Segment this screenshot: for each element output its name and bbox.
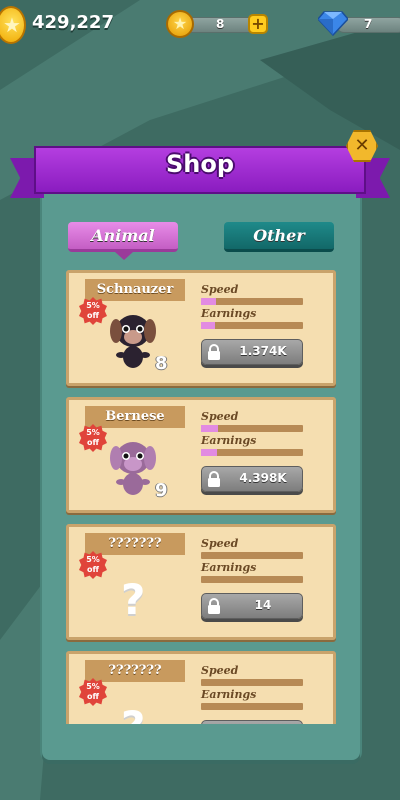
tab-other[interactable]: Other [224,222,334,252]
lock-icon [208,471,220,487]
tab-selected-indicator [115,252,133,260]
gem-icon [318,11,348,36]
unknown-item-icon: ? [121,702,145,724]
discount-badge: 5% off [79,678,107,706]
speed-bar [201,298,303,305]
speed-label: Speed [201,664,239,677]
unknown-item-icon: ? [121,575,146,624]
tab-animal[interactable]: Animal [68,222,178,252]
earnings-bar [201,703,303,710]
lock-icon [208,344,220,360]
top-hud: ★ 429,227 ★ 8 + 7 [0,0,400,52]
buy-button[interactable] [201,720,303,724]
item-list[interactable]: Schnauzer 5% off 8 Speed Earnings 1.374K… [66,266,336,724]
item-level: 8 [155,353,168,374]
earnings-label: Earnings [201,561,257,574]
star-icon: ★ [166,10,194,38]
speed-bar [201,552,303,559]
shop-title: Shop [165,150,235,178]
discount-badge: 5% off [79,424,107,452]
price-label: 4.398K [239,471,287,485]
shop-item-card[interactable]: Schnauzer 5% off 8 Speed Earnings 1.374K [66,270,336,386]
coin-icon: ★ [0,6,26,44]
item-level: 9 [155,480,168,501]
earnings-bar [201,449,303,456]
buy-button[interactable]: 1.374K [201,339,303,365]
item-name: Bernese [85,406,185,428]
buy-button[interactable]: 14 [201,593,303,619]
item-name: Schnauzer [85,279,185,301]
speed-bar [201,679,303,686]
bernese-pet-icon [110,442,156,495]
speed-label: Speed [201,283,239,296]
earnings-bar [201,576,303,583]
close-icon: ✕ [354,135,370,156]
star-count: 8 [216,17,225,31]
speed-bar [201,425,303,432]
shop-item-card[interactable]: ??????? 5% off ? Speed Earnings 14 [66,524,336,640]
coin-count: 429,227 [32,12,114,33]
item-name: ??????? [85,660,185,682]
schnauzer-pet-icon [110,315,156,368]
earnings-label: Earnings [201,434,257,447]
gem-count: 7 [364,17,373,31]
earnings-label: Earnings [201,688,257,701]
item-name: ??????? [85,533,185,555]
buy-button[interactable]: 4.398K [201,466,303,492]
price-label: 1.374K [239,344,287,358]
plus-icon: + [251,14,265,33]
discount-badge: 5% off [79,551,107,579]
discount-badge: 5% off [79,297,107,325]
speed-label: Speed [201,410,239,423]
shop-item-card[interactable]: ??????? 5% off ? Speed Earnings [66,651,336,724]
speed-label: Speed [201,537,239,550]
earnings-label: Earnings [201,307,257,320]
price-label: 14 [254,598,272,612]
lock-icon [208,598,220,614]
earnings-bar [201,322,303,329]
shop-item-card[interactable]: Bernese 5% off 9 Speed Earnings 4.398K [66,397,336,513]
add-stars-button[interactable]: + [248,14,268,34]
